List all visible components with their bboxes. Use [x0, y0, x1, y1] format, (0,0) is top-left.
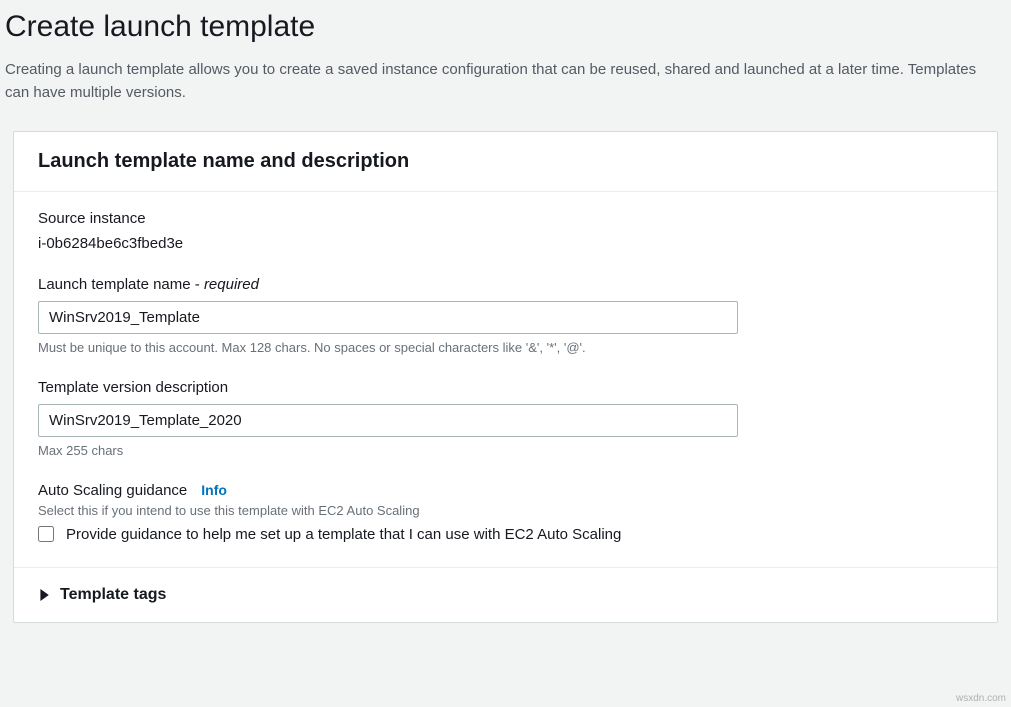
- caret-right-icon: [38, 589, 50, 601]
- asg-hint: Select this if you intend to use this te…: [38, 503, 973, 518]
- template-name-hint: Must be unique to this account. Max 128 …: [38, 340, 973, 355]
- asg-checkbox[interactable]: [38, 526, 54, 542]
- field-template-name: Launch template name - required Must be …: [38, 276, 973, 355]
- page-title: Create launch template: [5, 10, 1006, 44]
- version-description-input[interactable]: [38, 404, 738, 437]
- page-description: Creating a launch template allows you to…: [5, 58, 1006, 105]
- template-tags-title: Template tags: [60, 586, 166, 604]
- watermark: wsxdn.com: [956, 693, 1006, 704]
- source-instance-value: i-0b6284be6c3fbed3e: [38, 235, 973, 252]
- asg-info-link[interactable]: Info: [201, 482, 227, 498]
- field-source-instance: Source instance i-0b6284be6c3fbed3e: [38, 210, 973, 252]
- field-version-description: Template version description Max 255 cha…: [38, 379, 973, 458]
- asg-label: Auto Scaling guidance: [38, 482, 187, 499]
- field-auto-scaling-guidance: Auto Scaling guidance Info Select this i…: [38, 482, 973, 543]
- asg-checkbox-label[interactable]: Provide guidance to help me set up a tem…: [66, 526, 621, 543]
- template-tags-expander[interactable]: Template tags: [14, 567, 997, 622]
- panel-launch-template-name: Launch template name and description Sou…: [13, 131, 998, 623]
- panel-header: Launch template name and description: [14, 132, 997, 192]
- version-description-hint: Max 255 chars: [38, 443, 973, 458]
- template-name-input[interactable]: [38, 301, 738, 334]
- template-name-label: Launch template name - required: [38, 276, 973, 293]
- version-description-label: Template version description: [38, 379, 973, 396]
- source-instance-label: Source instance: [38, 210, 973, 227]
- panel-title: Launch template name and description: [38, 150, 973, 173]
